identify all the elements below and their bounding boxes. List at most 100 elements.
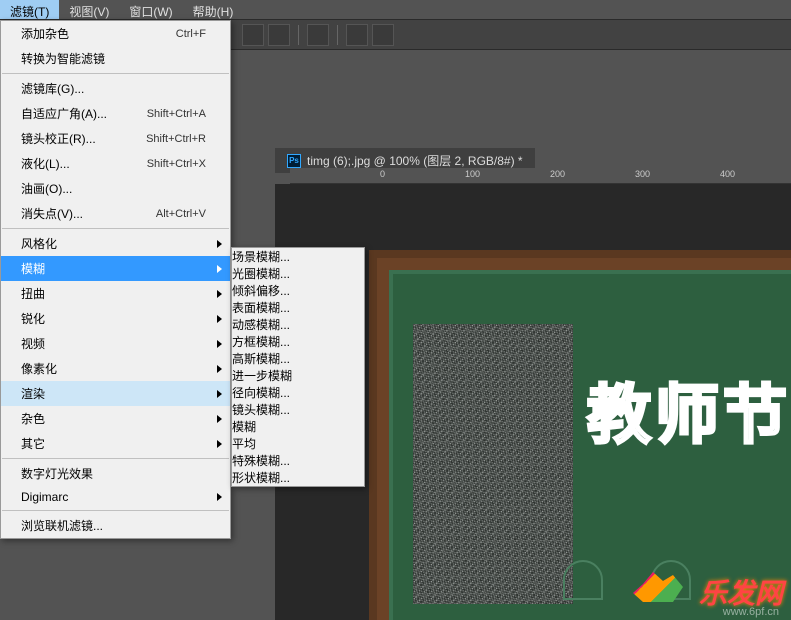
submenu-item[interactable]: 镜头模糊...: [232, 401, 364, 418]
menu-separator: [2, 228, 229, 229]
menu-item[interactable]: 浏览联机滤镜...: [1, 513, 230, 538]
menu-item[interactable]: 杂色: [1, 406, 230, 431]
submenu-arrow-icon: [217, 493, 222, 501]
tool-icon[interactable]: [268, 24, 290, 46]
menu-item[interactable]: 转换为智能滤镜: [1, 46, 230, 71]
submenu-item[interactable]: 倾斜偏移...: [232, 282, 364, 299]
menu-item-label: 杂色: [21, 410, 45, 427]
menu-item[interactable]: 消失点(V)... Alt+Ctrl+V: [1, 201, 230, 226]
menu-help[interactable]: 帮助(H): [183, 0, 244, 19]
menu-item[interactable]: Digimarc: [1, 486, 230, 508]
submenu-arrow-icon: [217, 365, 222, 373]
menu-item[interactable]: 油画(O)...: [1, 176, 230, 201]
bull-logo-icon: [633, 572, 693, 612]
menu-item[interactable]: 像素化: [1, 356, 230, 381]
menu-view[interactable]: 视图(V): [59, 0, 119, 19]
menu-item-label: 数字灯光效果: [21, 465, 93, 482]
tool-icon[interactable]: [307, 24, 329, 46]
menu-item-label: 消失点(V)...: [21, 205, 83, 222]
separator: [337, 25, 338, 45]
tool-icon[interactable]: [372, 24, 394, 46]
submenu-item[interactable]: 动感模糊...: [232, 316, 364, 333]
submenu-item[interactable]: 进一步模糊: [232, 367, 364, 384]
separator: [298, 25, 299, 45]
submenu-item[interactable]: 光圈模糊...: [232, 265, 364, 282]
menu-filter[interactable]: 滤镜(T): [0, 0, 59, 19]
submenu-arrow-icon: [217, 340, 222, 348]
watermark-text: www.6pf.cn: [723, 606, 779, 618]
chalk-text: 教师节: [587, 364, 791, 456]
submenu-item[interactable]: 径向模糊...: [232, 384, 364, 401]
menu-item-label: 自适应广角(A)...: [21, 105, 107, 122]
submenu-item[interactable]: 平均: [232, 435, 364, 452]
menu-item-label: 扭曲: [21, 285, 45, 302]
horizontal-ruler: 0 100 200 300 400: [290, 168, 791, 184]
menu-item[interactable]: 模糊: [1, 256, 230, 281]
menu-item[interactable]: 扭曲: [1, 281, 230, 306]
menu-shortcut: Shift+Ctrl+R: [146, 133, 206, 145]
submenu-arrow-icon: [217, 290, 222, 298]
submenu-item[interactable]: 表面模糊...: [232, 299, 364, 316]
photoshop-icon: Ps: [287, 154, 301, 168]
menubar: 滤镜(T) 视图(V) 窗口(W) 帮助(H): [0, 0, 791, 20]
noise-selection: [413, 324, 573, 604]
menu-item[interactable]: 液化(L)... Shift+Ctrl+X: [1, 151, 230, 176]
submenu-arrow-icon: [217, 265, 222, 273]
menu-item-label: 液化(L)...: [21, 155, 70, 172]
filter-dropdown: 添加杂色 Ctrl+F 转换为智能滤镜滤镜库(G)... 自适应广角(A)... Shi…: [0, 20, 231, 539]
menu-item-label: 转换为智能滤镜: [21, 50, 105, 67]
menu-item[interactable]: 其它: [1, 431, 230, 456]
blur-submenu: 场景模糊...光圈模糊...倾斜偏移...表面模糊...动感模糊...方框模糊.…: [231, 247, 365, 487]
menu-shortcut: Shift+Ctrl+X: [147, 158, 206, 170]
ruler-tick: 0: [380, 169, 385, 179]
ruler-tick: 300: [635, 169, 650, 179]
document-title: timg (6);.jpg @ 100% (图层 2, RGB/8#) *: [307, 152, 523, 169]
chalkboard: 教师节: [389, 270, 791, 620]
menu-item-label: 视频: [21, 335, 45, 352]
menu-window[interactable]: 窗口(W): [119, 0, 182, 19]
decoration-plant: [563, 560, 603, 600]
submenu-item[interactable]: 场景模糊...: [232, 248, 364, 265]
menu-item[interactable]: 镜头校正(R)... Shift+Ctrl+R: [1, 126, 230, 151]
menu-item-label: 像素化: [21, 360, 57, 377]
submenu-item[interactable]: 形状模糊...: [232, 469, 364, 486]
menu-item-label: 添加杂色: [21, 25, 69, 42]
menu-shortcut: Ctrl+F: [176, 28, 206, 40]
submenu-arrow-icon: [217, 240, 222, 248]
submenu-item[interactable]: 高斯模糊...: [232, 350, 364, 367]
menu-item-label: 滤镜库(G)...: [21, 80, 84, 97]
ruler-tick: 200: [550, 169, 565, 179]
menu-separator: [2, 458, 229, 459]
chalkboard-frame: 教师节: [369, 250, 791, 620]
submenu-arrow-icon: [217, 415, 222, 423]
menu-shortcut: Shift+Ctrl+A: [147, 108, 206, 120]
menu-item-label: 锐化: [21, 310, 45, 327]
ruler-tick: 100: [465, 169, 480, 179]
submenu-item[interactable]: 方框模糊...: [232, 333, 364, 350]
menu-item-label: 风格化: [21, 235, 57, 252]
menu-item-label: 其它: [21, 435, 45, 452]
menu-item-label: 镜头校正(R)...: [21, 130, 96, 147]
menu-separator: [2, 73, 229, 74]
menu-separator: [2, 510, 229, 511]
menu-item[interactable]: 添加杂色 Ctrl+F: [1, 21, 230, 46]
menu-shortcut: Alt+Ctrl+V: [156, 208, 206, 220]
submenu-item[interactable]: 特殊模糊...: [232, 452, 364, 469]
menu-item-label: 模糊: [21, 260, 45, 277]
menu-item-label: Digimarc: [21, 490, 68, 504]
menu-item[interactable]: 自适应广角(A)... Shift+Ctrl+A: [1, 101, 230, 126]
ruler-tick: 400: [720, 169, 735, 179]
menu-item[interactable]: 数字灯光效果: [1, 461, 230, 486]
menu-item[interactable]: 锐化: [1, 306, 230, 331]
tool-icon[interactable]: [242, 24, 264, 46]
menu-item-label: 渲染: [21, 385, 45, 402]
menu-item-label: 油画(O)...: [21, 180, 72, 197]
tool-icon[interactable]: [346, 24, 368, 46]
submenu-arrow-icon: [217, 440, 222, 448]
submenu-item[interactable]: 模糊: [232, 418, 364, 435]
submenu-arrow-icon: [217, 390, 222, 398]
menu-item[interactable]: 视频: [1, 331, 230, 356]
menu-item[interactable]: 渲染: [1, 381, 230, 406]
menu-item[interactable]: 滤镜库(G)...: [1, 76, 230, 101]
menu-item[interactable]: 风格化: [1, 231, 230, 256]
